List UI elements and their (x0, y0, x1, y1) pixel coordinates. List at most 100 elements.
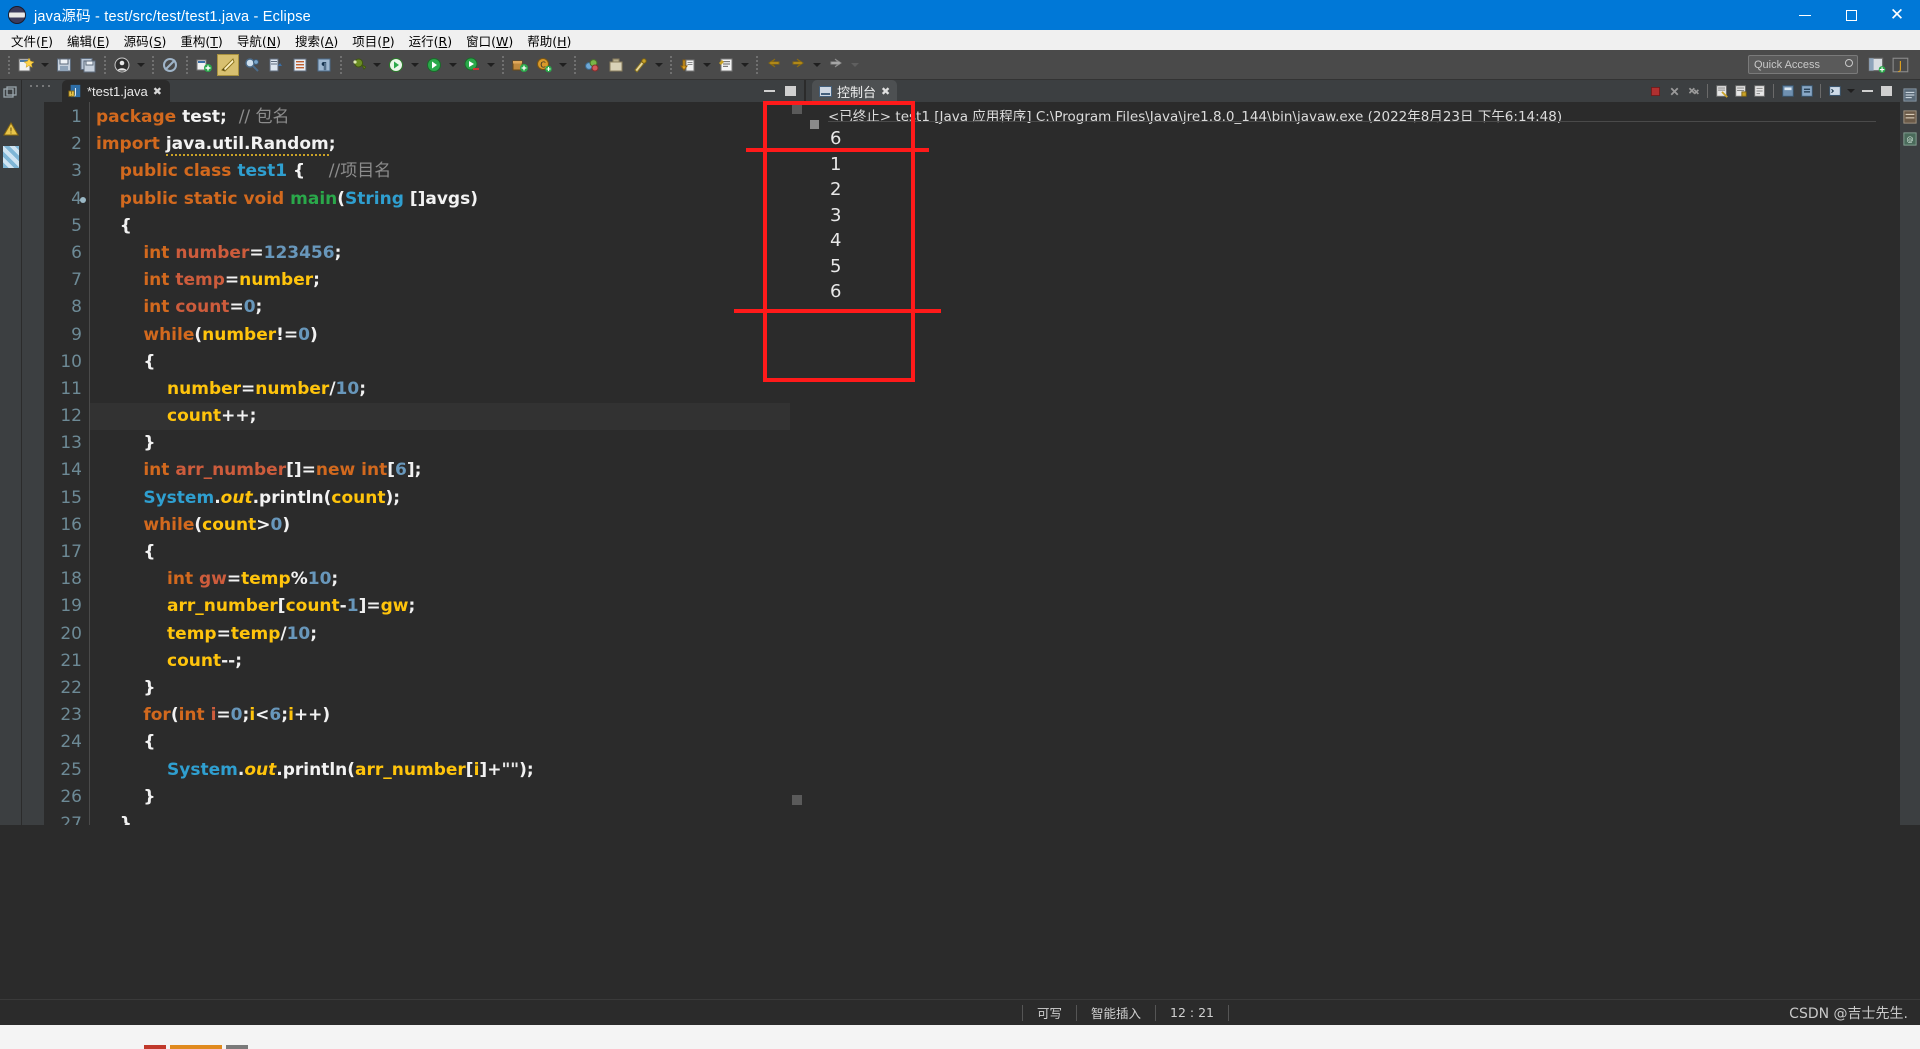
open-console-icon[interactable] (1825, 82, 1844, 101)
console-output-area[interactable]: <已终止> test1 [Java 应用程序] C:\Program Files… (806, 102, 1900, 825)
code-line[interactable]: arr_number[count-1]=gw; (90, 593, 804, 620)
code-line[interactable]: { (90, 349, 804, 376)
editor-overview-marker-bottom[interactable] (792, 795, 802, 805)
menu-item-9[interactable]: 窗口(W) (459, 29, 520, 52)
editor-minimize-icon[interactable] (764, 90, 775, 92)
minimize-button[interactable] (1782, 0, 1828, 30)
pin-editor-dropdown-icon[interactable] (655, 62, 663, 67)
menu-item-3[interactable]: 源码(S) (117, 29, 174, 52)
run-dropdown-icon[interactable] (449, 62, 457, 67)
menu-item-7[interactable]: 项目(P) (345, 29, 401, 52)
external-tools-dropdown-icon[interactable] (373, 62, 381, 67)
toolbar-grip[interactable] (573, 54, 577, 75)
code-line[interactable]: } (90, 430, 804, 457)
code-line[interactable]: temp=temp/10; (90, 621, 804, 648)
user-icon[interactable] (111, 54, 133, 76)
terminate-icon[interactable] (1646, 82, 1665, 101)
search-icon[interactable] (241, 54, 263, 76)
new-wizard-dropdown-icon[interactable] (41, 62, 49, 67)
code-line[interactable]: int number=123456; (90, 240, 804, 267)
mark-occurrences-icon[interactable] (159, 54, 181, 76)
last-edit-location-icon[interactable]: ¶ (313, 54, 335, 76)
code-line[interactable]: int arr_number[]=new int[6]; (90, 457, 804, 484)
debug-icon[interactable] (385, 54, 407, 76)
restore-view-icon[interactable] (2, 86, 19, 100)
problems-warning-icon[interactable]: ! (2, 122, 19, 136)
word-wrap-icon[interactable] (1750, 82, 1769, 101)
new-wizard-icon[interactable] (15, 54, 37, 76)
code-line[interactable]: int count=0; (90, 294, 804, 321)
forward-navigation-icon[interactable] (787, 54, 809, 76)
code-line[interactable]: } (90, 811, 804, 825)
menu-item-6[interactable]: 搜索(A) (288, 29, 345, 52)
code-line[interactable]: import java.util.Random; (90, 131, 804, 158)
next-annotation-icon[interactable] (265, 54, 287, 76)
java-search-icon[interactable] (217, 53, 239, 76)
debug-dropdown-icon[interactable] (411, 62, 419, 67)
code-line[interactable]: int temp=number; (90, 267, 804, 294)
editor-drag-handle[interactable] (2, 146, 19, 168)
tab-console[interactable]: 控制台 ✖ (812, 80, 898, 102)
editor-overview-marker-top[interactable] (792, 104, 802, 114)
code-line[interactable]: package test; // 包名 (90, 104, 804, 131)
toolbar-grip[interactable] (339, 54, 343, 75)
source-code[interactable]: package test; // 包名 import java.util.Rand… (90, 102, 804, 825)
new-java-project-icon[interactable] (193, 54, 215, 76)
new-class-dropdown-icon[interactable] (559, 62, 567, 67)
code-line[interactable]: } (90, 675, 804, 702)
menu-item-8[interactable]: 运行(R) (402, 29, 459, 52)
outline-view-icon[interactable] (1903, 88, 1917, 102)
activate-task-icon[interactable] (605, 54, 627, 76)
code-line[interactable]: while(count>0) (90, 512, 804, 539)
code-editor[interactable]: 1 2 3 4 5 6 7 8 9 10 11 12 13 14 15 16 17 18 19 20 21 22 23 24 2… (22, 102, 804, 825)
toolbar-grip[interactable] (7, 54, 11, 75)
new-class-icon[interactable]: C (533, 54, 555, 76)
scroll-lock-icon[interactable] (1731, 82, 1750, 101)
code-line[interactable]: System.out.println(arr_number[i]+""); (90, 757, 804, 784)
editor-tab-close-icon[interactable]: ✖ (153, 85, 162, 98)
coverage-dropdown-icon[interactable] (487, 62, 495, 67)
code-line[interactable]: count--; (90, 648, 804, 675)
menu-item-5[interactable]: 导航(N) (230, 29, 288, 52)
clear-console-icon[interactable] (1712, 82, 1731, 101)
save-icon[interactable] (53, 54, 75, 76)
previous-annotation-icon[interactable] (289, 54, 311, 76)
display-selected-console-icon[interactable] (1797, 82, 1816, 101)
breakpoint-marker-icon[interactable] (80, 196, 86, 203)
open-perspective-icon[interactable] (1866, 54, 1888, 76)
code-line[interactable]: { (90, 213, 804, 240)
remove-all-terminated-icon[interactable] (1684, 82, 1703, 101)
navigation-dropdown-icon[interactable] (813, 62, 821, 67)
toolbar-grip[interactable] (501, 54, 505, 75)
remove-launch-icon[interactable] (1665, 82, 1684, 101)
open-task-icon[interactable] (581, 54, 603, 76)
forward-disabled-icon[interactable] (825, 54, 847, 76)
open-console-dropdown-icon[interactable] (1847, 89, 1855, 93)
menu-item-1[interactable]: 文件(F) (4, 29, 60, 52)
code-line[interactable]: int gw=temp%10; (90, 566, 804, 593)
editor-tab-grip[interactable] (28, 84, 54, 88)
toolbar-grip[interactable] (103, 54, 107, 75)
javadoc-view-icon[interactable]: @ (1903, 132, 1917, 146)
quick-access-input[interactable]: Quick Access (1748, 55, 1858, 74)
coverage-icon[interactable] (461, 54, 483, 76)
code-line[interactable]: public static void main(String []avgs) (90, 186, 804, 213)
console-tab-close-icon[interactable]: ✖ (881, 85, 890, 98)
close-button[interactable]: ✕ (1874, 0, 1920, 30)
open-file-dropdown-icon[interactable] (741, 62, 749, 67)
task-list-view-icon[interactable] (1903, 110, 1917, 124)
java-perspective-icon[interactable]: J (1890, 54, 1912, 76)
back-navigation-icon[interactable] (763, 54, 785, 76)
code-line[interactable]: count++; (90, 403, 804, 431)
code-line[interactable]: for(int i=0;i<6;i++) (90, 702, 804, 729)
console-minimize-icon[interactable] (1858, 82, 1877, 101)
toolbar-grip[interactable] (151, 54, 155, 75)
download-sources-icon[interactable] (677, 54, 699, 76)
open-file-icon[interactable] (715, 54, 737, 76)
download-sources-dropdown-icon[interactable] (703, 62, 711, 67)
maximize-button[interactable] (1828, 0, 1874, 30)
editor-vertical-scrollbar[interactable] (790, 102, 804, 825)
save-all-icon[interactable] (77, 54, 99, 76)
external-tools-icon[interactable] (347, 54, 369, 76)
toolbar-grip[interactable] (185, 54, 189, 75)
